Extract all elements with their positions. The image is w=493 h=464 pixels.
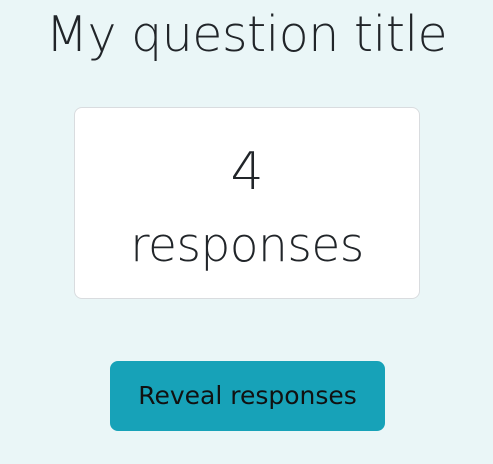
response-count-card: 4 responses <box>74 107 420 299</box>
response-count: 4 <box>230 142 264 202</box>
reveal-responses-button[interactable]: Reveal responses <box>110 361 385 431</box>
response-count-label: responses <box>130 218 364 273</box>
question-title: My question title <box>45 6 448 63</box>
